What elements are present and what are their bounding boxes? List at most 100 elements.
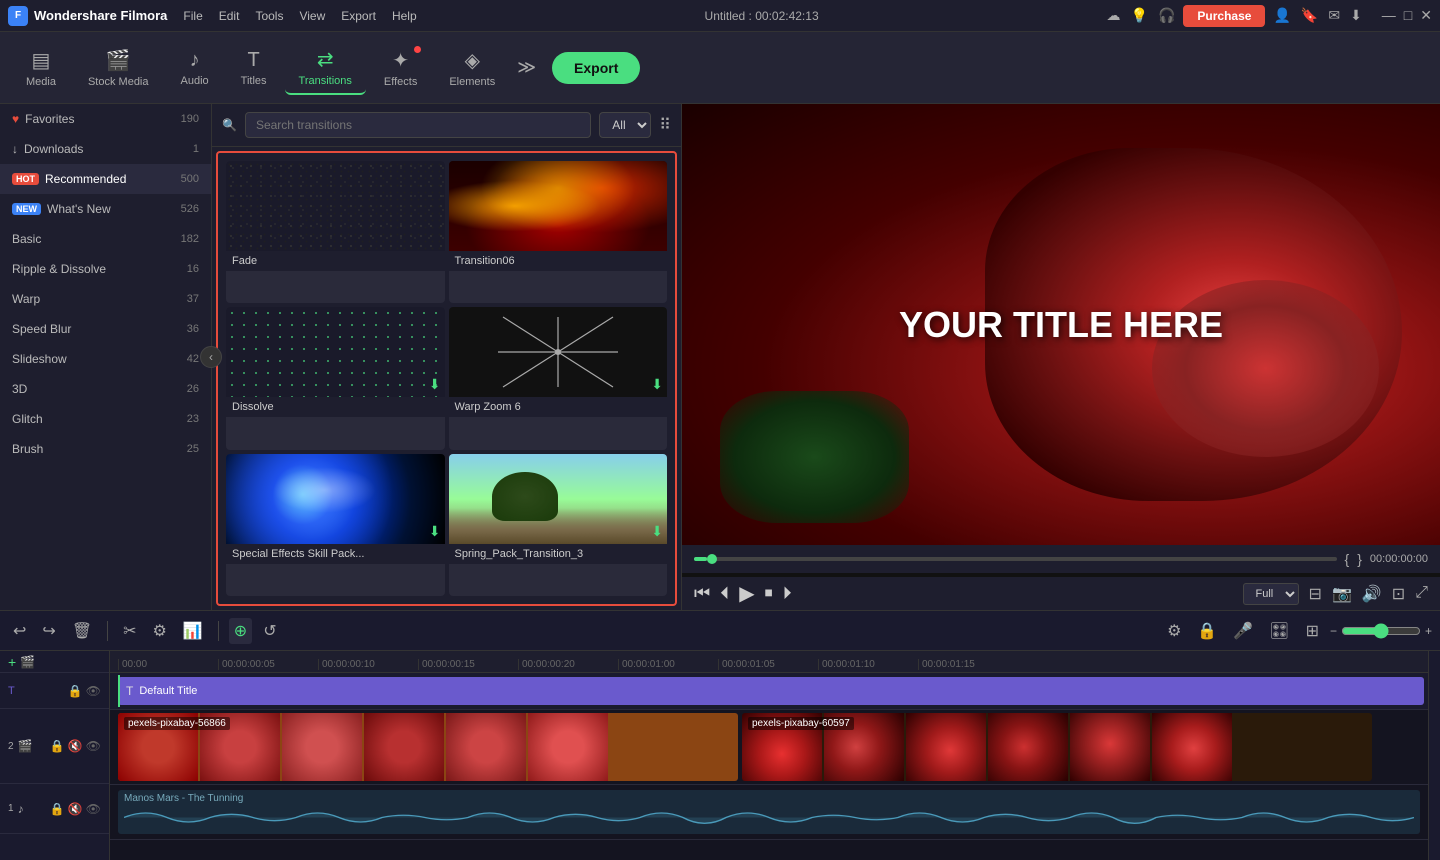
lock-icon[interactable]: 🔒 <box>1192 618 1222 644</box>
progress-bar[interactable] <box>694 557 1337 561</box>
sidebar-item-speed-blur[interactable]: Speed Blur 36 <box>0 314 211 344</box>
video-clip-dahlias[interactable]: pexels-pixabay-60597 <box>742 713 1372 781</box>
transition-label-transition06: Transition06 <box>449 251 668 271</box>
mail-icon[interactable]: ✉ <box>1328 7 1340 24</box>
audio-clip[interactable]: Manos Mars - The Tunning <box>118 790 1420 834</box>
audio-type-icon: ♪ <box>18 802 24 816</box>
menu-tools[interactable]: Tools <box>255 9 283 23</box>
tool-transitions[interactable]: ⇄ Transitions <box>285 41 366 95</box>
grid-view-icon[interactable]: ⠿ <box>659 115 671 135</box>
rewind-button[interactable]: ⏴ <box>720 583 729 604</box>
title-track-lock[interactable]: 🔒 <box>68 684 83 698</box>
tool-titles-label: Titles <box>241 75 267 87</box>
v1-lock[interactable]: 🔒 <box>50 739 65 753</box>
menu-file[interactable]: File <box>183 9 202 23</box>
a1-mute[interactable]: 🔇 <box>68 802 83 816</box>
v1-mute[interactable]: 🔇 <box>68 739 83 753</box>
toolbar-expand-button[interactable]: ≫ <box>517 57 536 78</box>
sidebar-item-recommended[interactable]: HOT Recommended 500 <box>0 164 211 194</box>
mic-icon[interactable]: 🎤 <box>1228 618 1258 644</box>
quality-selector[interactable]: Full <box>1243 583 1299 605</box>
transition-item-spring-pack[interactable]: ⬇ Spring_Pack_Transition_3 <box>449 454 668 596</box>
play-button[interactable]: ▶ <box>739 581 754 606</box>
default-title-clip[interactable]: T Default Title <box>118 677 1424 705</box>
video-clip-roses[interactable]: pexels-pixabay-56866 <box>118 713 738 781</box>
menu-export[interactable]: Export <box>341 9 376 23</box>
adjust-icon[interactable]: 🎛 <box>1264 618 1294 644</box>
transition-item-fade[interactable]: Fade <box>226 161 445 303</box>
cut-button[interactable]: ✂ <box>118 618 141 644</box>
bookmark-icon[interactable]: 🔖 <box>1301 7 1318 24</box>
waveform-visual <box>124 804 1414 831</box>
split-view-icon[interactable]: ⊟ <box>1309 584 1322 604</box>
transition-item-warp-zoom[interactable]: ⬇ Warp Zoom 6 <box>449 307 668 449</box>
tool-media[interactable]: ▤ Media <box>12 42 70 94</box>
fast-forward-button[interactable]: ⏵ <box>783 583 792 604</box>
maximize-button[interactable]: □ <box>1404 7 1412 24</box>
sidebar-item-3d[interactable]: 3D 26 <box>0 374 211 404</box>
redo-button[interactable]: ↪ <box>37 618 60 644</box>
timeline-ruler: 00:00 00:00:00:05 00:00:00:10 00:00:00:1… <box>110 651 1428 673</box>
sidebar-item-ripple-dissolve[interactable]: Ripple & Dissolve 16 <box>0 254 211 284</box>
tool-stock-media[interactable]: 🎬 Stock Media <box>74 42 163 94</box>
tool-effects[interactable]: ✦ Effects <box>370 42 431 94</box>
zoom-in-icon[interactable]: + <box>1425 624 1432 638</box>
sidebar-item-basic[interactable]: Basic 182 <box>0 224 211 254</box>
sidebar-item-favorites[interactable]: ♥ Favorites 190 <box>0 104 211 134</box>
menu-edit[interactable]: Edit <box>219 9 240 23</box>
user-icon[interactable]: 👤 <box>1273 7 1290 24</box>
zoom-out-icon[interactable]: − <box>1330 624 1337 638</box>
tool-titles[interactable]: T Titles <box>227 43 281 93</box>
delete-button[interactable]: 🗑 <box>67 618 97 644</box>
zoom-slider[interactable] <box>1341 623 1421 639</box>
audio-meter-button[interactable]: 📊 <box>178 618 208 644</box>
close-button[interactable]: ✕ <box>1420 7 1432 24</box>
volume-icon[interactable]: 🔊 <box>1362 584 1382 604</box>
undo-button[interactable]: ↩ <box>8 618 31 644</box>
aspect-ratio-icon[interactable]: ⊡ <box>1392 584 1405 604</box>
a1-eye[interactable]: 👁 <box>86 802 101 816</box>
out-point-bracket[interactable]: } <box>1357 551 1362 567</box>
menu-help[interactable]: Help <box>392 9 417 23</box>
media-icon-small[interactable]: 🎬 <box>20 655 35 669</box>
header-icons: ☁ 💡 🎧 <box>1107 7 1176 24</box>
tool-elements[interactable]: ◈ Elements <box>435 42 509 94</box>
fullscreen-icon[interactable]: ⤢ <box>1415 584 1428 604</box>
properties-button[interactable]: ⚙ <box>148 618 172 644</box>
search-input[interactable] <box>245 112 591 138</box>
sidebar-item-warp[interactable]: Warp 37 <box>0 284 211 314</box>
transition-item-dissolve[interactable]: ⬇ Dissolve <box>226 307 445 449</box>
export-button[interactable]: Export <box>552 52 640 84</box>
magnet-button[interactable]: ⊕ <box>229 618 252 644</box>
a1-lock[interactable]: 🔒 <box>50 802 65 816</box>
transitions-grid: Fade Transition06 ⬇ Dissolve <box>216 151 677 606</box>
panel-collapse-button[interactable]: ‹ <box>200 346 222 368</box>
title-track-eye[interactable]: 👁 <box>86 684 101 698</box>
skip-to-start-button[interactable]: ⏮ <box>694 583 710 604</box>
revert-button[interactable]: ↺ <box>258 618 281 644</box>
stop-button[interactable]: ⏹ <box>765 585 773 603</box>
add-track-button[interactable]: + <box>8 654 16 670</box>
filter-dropdown[interactable]: All <box>599 112 651 138</box>
menu-view[interactable]: View <box>299 9 325 23</box>
sidebar-item-slideshow[interactable]: Slideshow 42 <box>0 344 211 374</box>
sidebar-item-brush[interactable]: Brush 25 <box>0 434 211 464</box>
sidebar-item-glitch[interactable]: Glitch 23 <box>0 404 211 434</box>
minimize-button[interactable]: — <box>1382 7 1396 24</box>
v1-eye[interactable]: 👁 <box>86 739 101 753</box>
settings-icon[interactable]: ⚙ <box>1162 618 1186 644</box>
split-track-icon[interactable]: ⊞ <box>1301 618 1324 644</box>
snapshot-icon[interactable]: 📷 <box>1332 584 1352 604</box>
purchase-button[interactable]: Purchase <box>1183 5 1265 27</box>
right-resize-handle[interactable] <box>1428 651 1440 860</box>
transition-item-special-effects[interactable]: ⬇ Special Effects Skill Pack... <box>226 454 445 596</box>
transition-item-transition06[interactable]: Transition06 <box>449 161 668 303</box>
sidebar-item-whats-new[interactable]: NEW What's New 526 <box>0 194 211 224</box>
headphone-icon[interactable]: 🎧 <box>1158 7 1175 24</box>
tool-audio[interactable]: ♪ Audio <box>167 43 223 93</box>
download-icon[interactable]: ⬇ <box>1350 7 1362 24</box>
in-point-bracket[interactable]: { <box>1345 551 1350 567</box>
sidebar-item-downloads[interactable]: ↓ Downloads 1 <box>0 134 211 164</box>
cloud-icon[interactable]: ☁ <box>1107 7 1121 24</box>
light-icon[interactable]: 💡 <box>1131 7 1148 24</box>
